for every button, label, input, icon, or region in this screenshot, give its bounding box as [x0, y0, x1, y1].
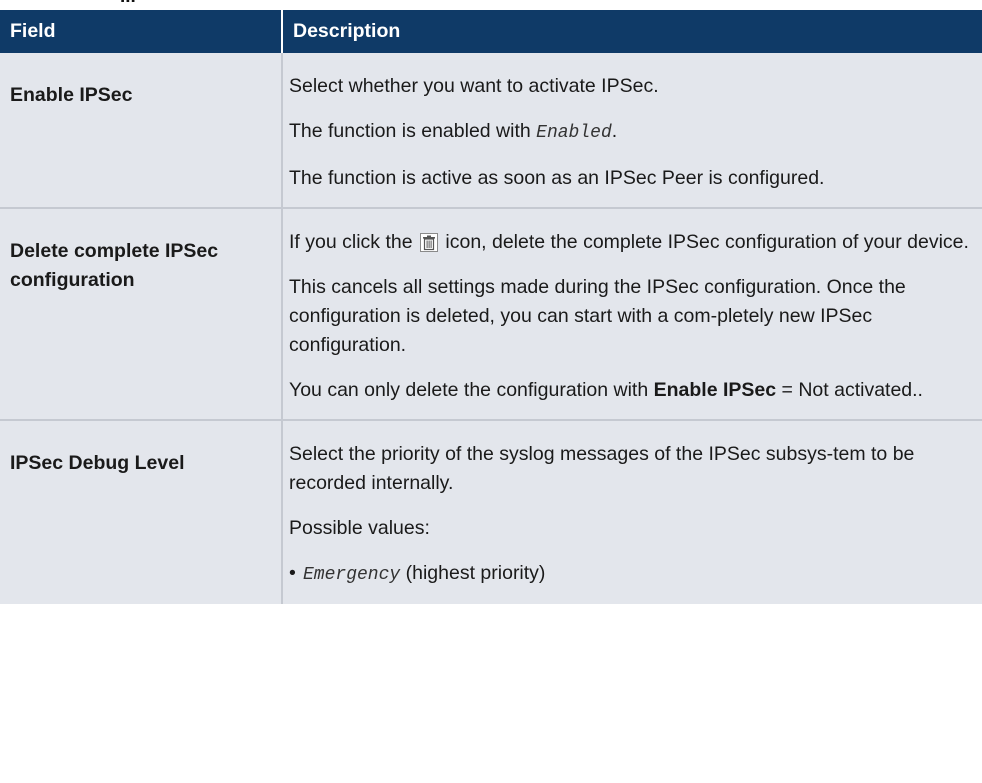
table-header-row: Field Description: [0, 10, 982, 53]
description-paragraph: Possible values:: [289, 517, 430, 539]
field-name: IPSec Debug Level: [0, 420, 282, 604]
description-paragraph: This cancels all settings made during th…: [289, 276, 906, 356]
description-paragraph: The function is enabled with Enabled.: [289, 120, 618, 143]
description-paragraph: The function is active as soon as an IPS…: [289, 167, 825, 189]
description-paragraph: Select the priority of the syslog messag…: [289, 443, 915, 494]
table-row: Enable IPSec Select whether you want to …: [0, 53, 982, 209]
column-header-field: Field: [0, 10, 283, 53]
field-name: Delete complete IPSec configuration: [0, 208, 282, 421]
field-description: Select whether you want to activate IPSe…: [281, 53, 982, 209]
trash-icon: [419, 233, 438, 252]
field-description: If you click the icon, delete the comple…: [281, 208, 982, 421]
bold-field-reference: Enable IPSec: [653, 379, 777, 401]
description-paragraph: If you click the icon, delete the comple…: [289, 231, 969, 253]
field-name: Enable IPSec: [0, 53, 282, 209]
field-description-table: Field Description Enable IPSec Select wh…: [0, 10, 982, 604]
table-row: Delete complete IPSec configuration If yo…: [0, 208, 982, 421]
document-page: ... Field Description Enable IPSec Selec…: [0, 0, 982, 783]
cropped-heading: ...: [0, 0, 982, 10]
description-paragraph: Select whether you want to activate IPSe…: [289, 75, 659, 97]
code-value: Emergency: [303, 565, 401, 585]
field-description: Select the priority of the syslog messag…: [281, 420, 982, 604]
description-paragraph: You can only delete the configuration wi…: [289, 379, 923, 401]
bullet-icon: •: [289, 562, 296, 584]
table-row: IPSec Debug Level Select the priority of…: [0, 420, 982, 604]
column-header-description: Description: [282, 10, 982, 53]
code-value: Enabled: [536, 123, 612, 143]
bullet-item: • Emergency (highest priority): [289, 559, 972, 590]
